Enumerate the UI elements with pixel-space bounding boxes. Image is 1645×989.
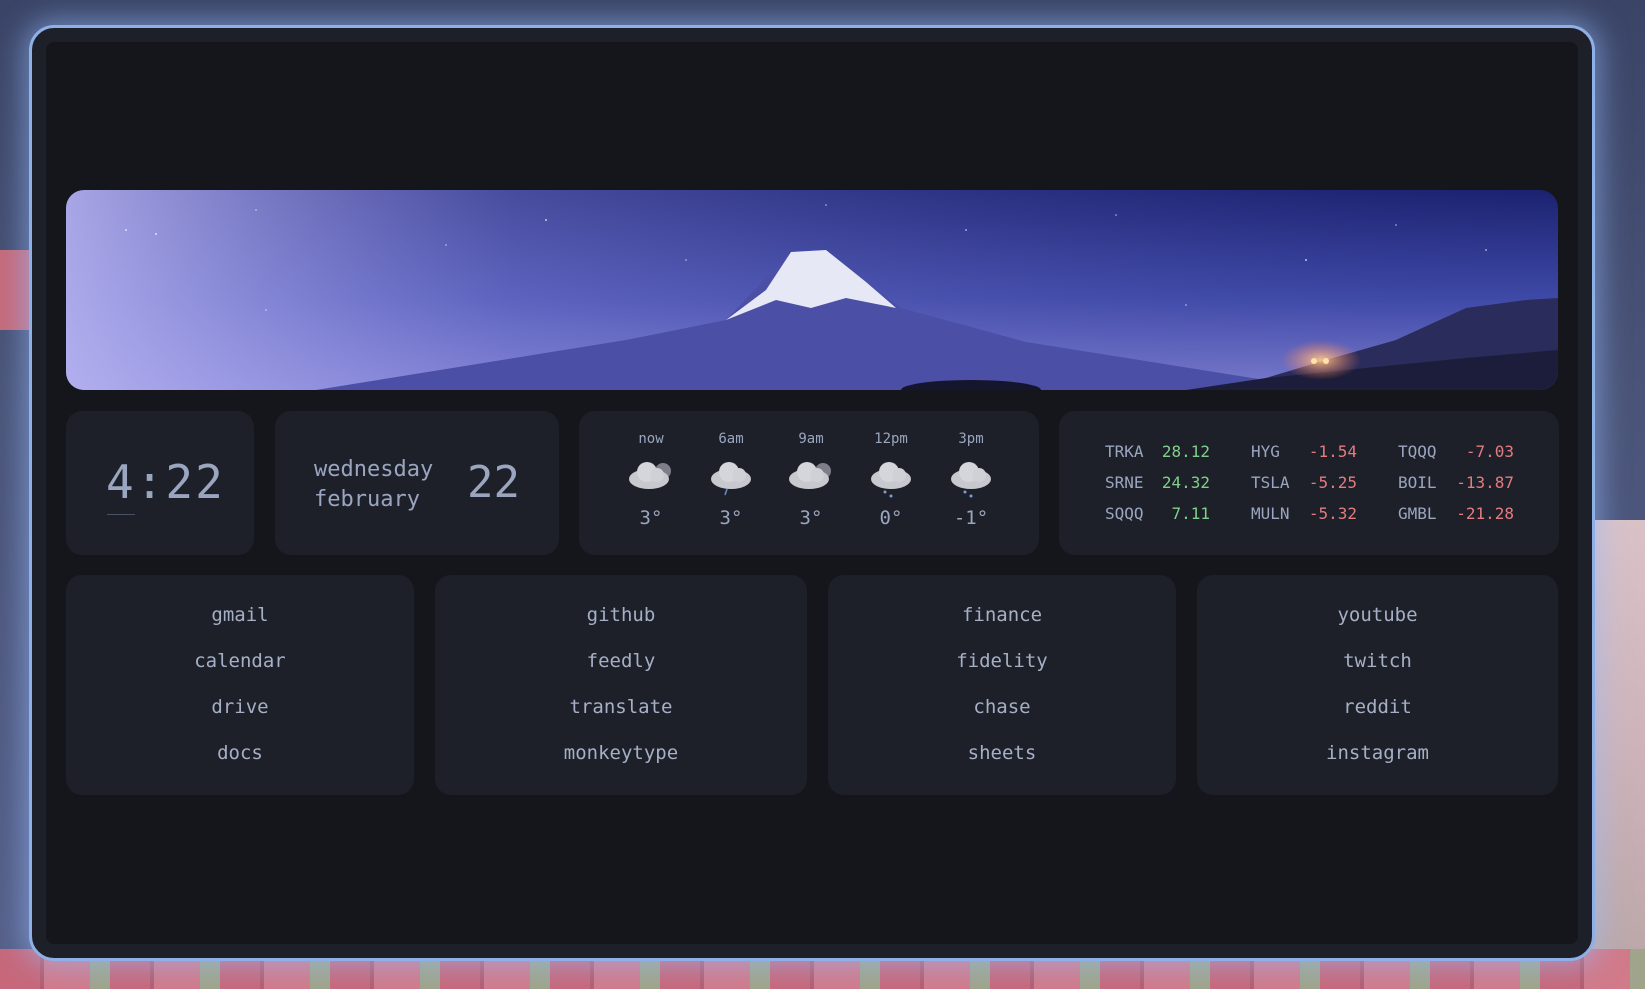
link-group-media: youtube twitch reddit instagram bbox=[1197, 575, 1558, 795]
weather-temp: 0° bbox=[879, 507, 903, 529]
stock-symbol: MULN bbox=[1251, 504, 1290, 523]
stock-value: -21.28 bbox=[1456, 504, 1514, 523]
weather-forecast-item: 9am 3° bbox=[776, 431, 846, 529]
link-reddit[interactable]: reddit bbox=[1197, 695, 1558, 741]
link-chase[interactable]: chase bbox=[828, 695, 1176, 741]
link-group-dev: github feedly translate monkeytype bbox=[435, 575, 807, 795]
stock-symbol: BOIL bbox=[1398, 473, 1437, 492]
link-instagram[interactable]: instagram bbox=[1197, 741, 1558, 787]
banner-image bbox=[66, 190, 1558, 390]
stock-value: -5.25 bbox=[1308, 473, 1357, 492]
weather-temp: -1° bbox=[953, 507, 989, 529]
link-docs[interactable]: docs bbox=[66, 741, 414, 787]
cloud-snow-icon bbox=[856, 455, 926, 505]
stock-value: 7.11 bbox=[1171, 504, 1210, 523]
date-month: february bbox=[314, 487, 420, 512]
cloud-snow-icon bbox=[936, 455, 1006, 505]
weather-temp: 3° bbox=[799, 507, 823, 529]
clock-underline bbox=[107, 514, 135, 515]
wallpaper-fragment bbox=[1585, 520, 1645, 989]
clock-widget: 4:22 bbox=[66, 411, 254, 555]
stock-value: -1.54 bbox=[1308, 442, 1357, 461]
link-youtube[interactable]: youtube bbox=[1197, 603, 1558, 649]
stock-symbol: HYG bbox=[1251, 442, 1280, 461]
link-group-google: gmail calendar drive docs bbox=[66, 575, 414, 795]
cloud-rain-icon bbox=[696, 455, 766, 505]
wallpaper-fragment bbox=[0, 250, 30, 330]
stocks-widget: TRKA 28.12 HYG -1.54 TQQQ -7.03 SRNE 24.… bbox=[1059, 411, 1559, 555]
stock-symbol: TQQQ bbox=[1398, 442, 1437, 461]
weather-temp: 3° bbox=[719, 507, 743, 529]
cloudy-icon bbox=[616, 455, 686, 505]
link-feedly[interactable]: feedly bbox=[435, 649, 807, 695]
link-github[interactable]: github bbox=[435, 603, 807, 649]
date-widget: wednesday february 22 bbox=[275, 411, 559, 555]
stock-symbol: TSLA bbox=[1251, 473, 1290, 492]
stock-symbol: SRNE bbox=[1105, 473, 1144, 492]
stock-symbol: TRKA bbox=[1105, 442, 1144, 461]
link-calendar[interactable]: calendar bbox=[66, 649, 414, 695]
weather-time: 3pm bbox=[958, 431, 984, 447]
link-group-finance: finance fidelity chase sheets bbox=[828, 575, 1176, 795]
weather-time: 6am bbox=[718, 431, 744, 447]
link-gmail[interactable]: gmail bbox=[66, 603, 414, 649]
weather-time: 9am bbox=[798, 431, 824, 447]
startpage-window: 4:22 wednesday february 22 now 3° 6am 3°… bbox=[32, 28, 1592, 958]
cloudy-icon bbox=[776, 455, 846, 505]
stock-value: -5.32 bbox=[1308, 504, 1357, 523]
link-twitch[interactable]: twitch bbox=[1197, 649, 1558, 695]
stock-value: -7.03 bbox=[1465, 442, 1514, 461]
stock-value: 24.32 bbox=[1161, 473, 1210, 492]
stock-symbol: GMBL bbox=[1398, 504, 1437, 523]
link-finance[interactable]: finance bbox=[828, 603, 1176, 649]
weather-time: now bbox=[638, 431, 664, 447]
weather-forecast-item: 3pm -1° bbox=[936, 431, 1006, 529]
weather-time: 12pm bbox=[874, 431, 908, 447]
link-drive[interactable]: drive bbox=[66, 695, 414, 741]
link-sheets[interactable]: sheets bbox=[828, 741, 1176, 787]
weather-temp: 3° bbox=[639, 507, 663, 529]
weather-widget: now 3° 6am 3° 9am 3° 12pm 0° 3pm -1° bbox=[579, 411, 1039, 555]
weather-forecast-item: 6am 3° bbox=[696, 431, 766, 529]
date-weekday: wednesday bbox=[314, 457, 434, 482]
stock-value: -13.87 bbox=[1456, 473, 1514, 492]
stock-value: 28.12 bbox=[1161, 442, 1210, 461]
weather-forecast-item: 12pm 0° bbox=[856, 431, 926, 529]
link-fidelity[interactable]: fidelity bbox=[828, 649, 1176, 695]
clock-time: 4:22 bbox=[106, 455, 225, 509]
link-monkeytype[interactable]: monkeytype bbox=[435, 741, 807, 787]
stock-symbol: SQQQ bbox=[1105, 504, 1144, 523]
date-day: 22 bbox=[467, 457, 520, 508]
weather-forecast-item: now 3° bbox=[616, 431, 686, 529]
link-translate[interactable]: translate bbox=[435, 695, 807, 741]
